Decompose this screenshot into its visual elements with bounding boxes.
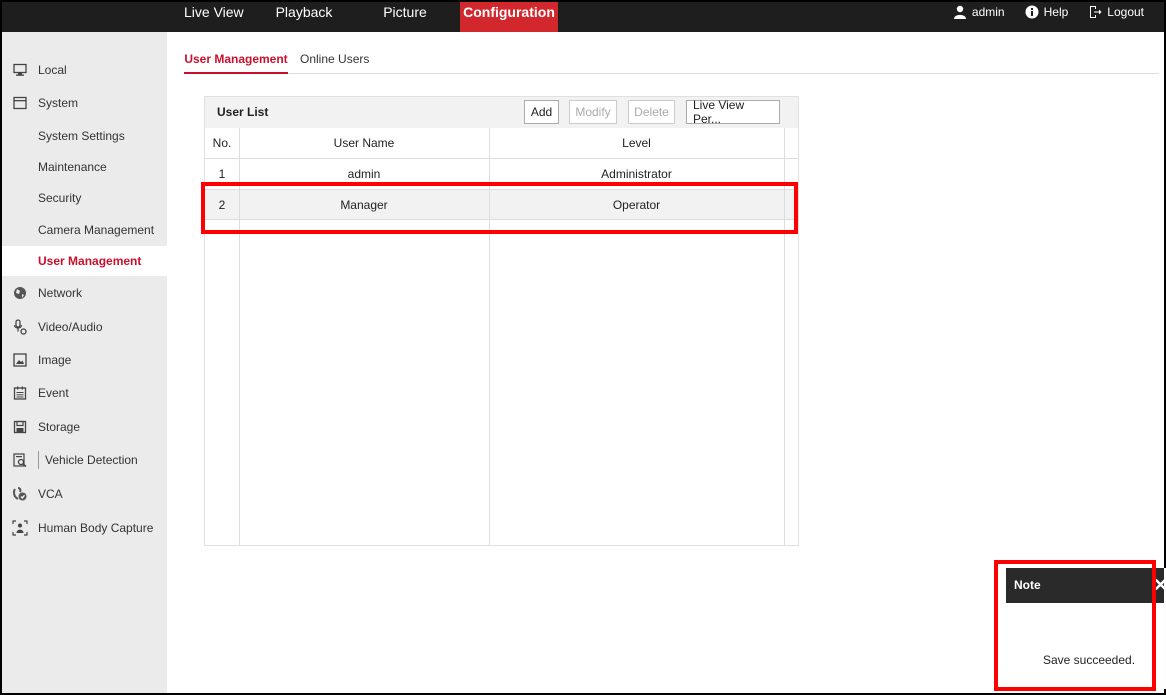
sidebar-item-label: System [38, 96, 79, 110]
sidebar-item-vehicle-detection[interactable]: Vehicle Detection [2, 445, 167, 475]
sidebar-item-label: Event [38, 386, 69, 400]
sidebar-item-image[interactable]: Image [2, 345, 167, 375]
nav-configuration[interactable]: Configuration [460, 2, 558, 32]
sidebar: Local System System Settings Maintenance… [2, 32, 167, 693]
cell-level: Operator [612, 198, 661, 212]
sidebar-item-label: Video/Audio [38, 320, 103, 334]
table-header: No. User Name Level [205, 128, 798, 159]
divider [38, 451, 39, 469]
delete-button[interactable]: Delete [628, 100, 675, 124]
column-divider [239, 128, 240, 545]
sidebar-item-vca[interactable]: VCA [2, 479, 167, 509]
user-list-header: User List Add Modify Delete Live View Pe… [205, 97, 798, 128]
user-list-panel: User List Add Modify Delete Live View Pe… [204, 96, 799, 546]
column-divider [784, 128, 785, 545]
user-icon [953, 5, 966, 19]
sidebar-item-system-settings[interactable]: System Settings [2, 121, 167, 151]
sidebar-item-label: Network [38, 286, 83, 300]
floppy-disk-icon [2, 420, 38, 434]
monitor-icon [2, 63, 38, 77]
nav-live-view[interactable]: Live View [168, 2, 258, 32]
sidebar-item-label: Vehicle Detection [45, 453, 138, 467]
modify-button[interactable]: Modify [569, 100, 617, 124]
note-dialog: Note ✕ Save succeeded. [1006, 568, 1166, 689]
human-capture-icon [2, 520, 38, 536]
column-header-no: No. [212, 136, 232, 150]
note-title: Note [1006, 568, 1164, 603]
help-label: Help [1043, 5, 1069, 19]
sidebar-item-storage[interactable]: Storage [2, 412, 167, 442]
globe-icon [2, 286, 38, 300]
sidebar-item-camera-management[interactable]: Camera Management [2, 215, 167, 245]
sidebar-item-label: Security [38, 191, 82, 205]
sidebar-item-maintenance[interactable]: Maintenance [2, 152, 167, 182]
nav-picture[interactable]: Picture [350, 2, 460, 32]
tab-online-users[interactable]: Online Users [300, 46, 369, 74]
add-button[interactable]: Add [524, 100, 559, 124]
image-icon [2, 353, 38, 367]
live-view-permission-button[interactable]: Live View Per... [686, 98, 780, 126]
top-right-menu: admin Help Logout [933, 2, 1144, 32]
sidebar-item-system[interactable]: System [2, 88, 167, 118]
sidebar-item-event[interactable]: Event [2, 378, 167, 408]
sidebar-item-label: Local [38, 63, 67, 77]
column-header-user-name: User Name [333, 136, 395, 150]
info-icon [1025, 5, 1039, 19]
close-icon[interactable]: ✕ [1153, 574, 1166, 596]
sidebar-item-video-audio[interactable]: Video/Audio [2, 312, 167, 342]
cell-no: 2 [218, 198, 226, 212]
logout-icon [1090, 6, 1102, 18]
sub-tabs: User Management Online Users [184, 46, 1159, 74]
cell-user-name: Manager [340, 198, 388, 212]
sidebar-item-label: Storage [38, 420, 81, 434]
logout-label: Logout [1107, 5, 1144, 19]
cell-user-name: admin [347, 167, 381, 181]
sidebar-item-label: User Management [38, 254, 142, 268]
table-row[interactable]: 1 admin Administrator [205, 159, 798, 190]
sidebar-item-label: Image [38, 353, 72, 367]
tab-user-management[interactable]: User Management [184, 46, 288, 74]
vehicle-search-icon [2, 453, 38, 467]
sidebar-item-label: Human Body Capture [38, 521, 154, 535]
table-row-selected[interactable]: 2 Manager Operator [205, 189, 798, 220]
sidebar-item-security[interactable]: Security [2, 183, 167, 213]
microphone-icon [2, 319, 38, 335]
top-bar: Live View Playback Picture Configuration… [2, 2, 1164, 32]
sidebar-item-human-body-capture[interactable]: Human Body Capture [2, 513, 167, 543]
sidebar-item-label: VCA [38, 487, 63, 501]
column-header-level: Level [622, 136, 651, 150]
sidebar-item-network[interactable]: Network [2, 278, 167, 308]
current-user-label: admin [971, 5, 1005, 19]
note-message: Save succeeded. [1042, 653, 1136, 667]
main-nav: Live View Playback Picture Configuration [168, 2, 558, 32]
cell-no: 1 [218, 167, 226, 181]
column-divider [489, 128, 490, 545]
sidebar-item-label: Maintenance [38, 160, 107, 174]
vca-icon [2, 486, 38, 502]
sidebar-item-local[interactable]: Local [2, 55, 167, 85]
nav-playback[interactable]: Playback [258, 2, 350, 32]
sidebar-item-label: Camera Management [38, 223, 155, 237]
current-user[interactable]: admin [953, 2, 1005, 22]
calendar-icon [2, 386, 38, 400]
user-list-title: User List [217, 105, 269, 119]
cell-level: Administrator [601, 167, 672, 181]
logout-link[interactable]: Logout [1088, 2, 1144, 22]
sidebar-item-user-management[interactable]: User Management [2, 246, 167, 276]
sidebar-item-label: System Settings [38, 129, 125, 143]
system-icon [2, 96, 38, 110]
help-link[interactable]: Help [1025, 2, 1069, 22]
